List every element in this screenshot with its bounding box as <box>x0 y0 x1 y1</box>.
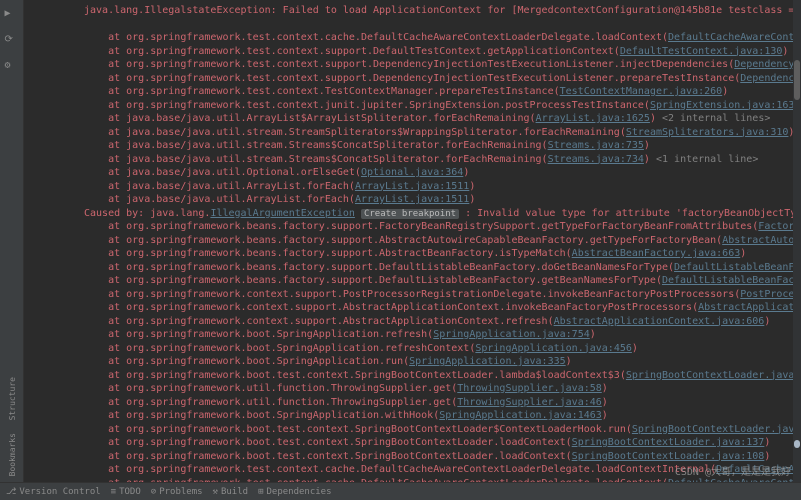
source-link[interactable]: TestContextManager.java:260 <box>560 86 723 97</box>
internal-lines: <2 internal lines> <box>662 113 770 124</box>
source-link[interactable]: SpringApplication.java:754 <box>433 329 590 340</box>
source-link[interactable]: SpringBootContextLoader.java:108 <box>572 451 765 462</box>
stack-frame: at org.springframework.beans.factory.sup… <box>84 235 722 246</box>
source-link[interactable]: AbstractApplicationContext.java:606 <box>554 316 765 327</box>
stack-frame: at org.springframework.beans.factory.sup… <box>84 221 758 232</box>
vtab-structure[interactable]: Structure <box>6 373 19 424</box>
create-breakpoint-button[interactable]: Create breakpoint <box>361 209 459 219</box>
source-link[interactable]: DependencyInjectionTestExecutionListener… <box>734 59 801 70</box>
source-link[interactable]: DefaultCacheAwareContextLoaderDelegate.j… <box>668 32 801 43</box>
source-link[interactable]: ArrayList.java:1511 <box>355 181 469 192</box>
status-version-control[interactable]: ⎇ Version Control <box>6 487 101 497</box>
stack-frame: at org.springframework.beans.factory.sup… <box>84 262 674 273</box>
console-output: java.lang.IllegalstateException: Failed … <box>24 0 801 482</box>
source-link[interactable]: SpringApplication.java:335 <box>409 356 566 367</box>
stack-frame: at org.springframework.context.support.P… <box>84 289 740 300</box>
source-link[interactable]: Optional.java:364 <box>361 167 463 178</box>
stack-frame: at org.springframework.util.function.Thr… <box>84 383 457 394</box>
source-link[interactable]: PostProcessorRegistrationDelegate.java:1… <box>740 289 801 300</box>
status-bar: ⎇ Version Control ≡ TODO ⊘ Problems ⚒ Bu… <box>0 482 801 500</box>
stack-frame: at org.springframework.test.context.supp… <box>84 46 620 57</box>
source-link[interactable]: DependencyInjectionTestExecutionListener… <box>740 73 801 84</box>
status-problems[interactable]: ⊘ Problems <box>151 487 203 497</box>
source-link[interactable]: DefaultListableBeanFactory.java:575 <box>674 262 801 273</box>
stack-frame: at org.springframework.context.support.A… <box>84 316 554 327</box>
source-link[interactable]: ArrayList.java:1625 <box>536 113 650 124</box>
source-link[interactable]: SpringBootContextLoader.java:553 <box>632 424 801 435</box>
internal-lines: <1 internal line> <box>656 154 758 165</box>
stack-frame: at java.base/java.util.stream.Streams$Co… <box>84 140 548 151</box>
stack-frame: at org.springframework.test.context.supp… <box>84 73 740 84</box>
stack-frame: at org.springframework.boot.SpringApplic… <box>84 356 409 367</box>
stack-frame: at org.springframework.boot.test.context… <box>84 451 572 462</box>
source-link[interactable]: DefaultListableBeanFactory.java:534 <box>662 275 801 286</box>
vertical-tabs: Structure Bookmarks <box>0 373 24 480</box>
stack-frame: at org.springframework.boot.test.context… <box>84 370 626 381</box>
source-link[interactable]: SpringBootContextLoader.java:137 <box>572 437 765 448</box>
source-link[interactable]: StreamSpliterators.java:310 <box>626 127 789 138</box>
source-link[interactable]: ThrowingSupplier.java:46 <box>457 397 602 408</box>
stack-frame: at java.base/java.util.ArrayList.forEach… <box>84 181 355 192</box>
source-link[interactable]: SpringApplication.java:456 <box>475 343 632 354</box>
stack-frame: at java.base/java.util.stream.StreamSpli… <box>84 127 626 138</box>
stack-frame: at org.springframework.test.context.cach… <box>84 464 716 475</box>
scrollbar-track[interactable] <box>793 0 801 482</box>
source-link[interactable]: ThrowingSupplier.java:58 <box>457 383 602 394</box>
stack-frame: at org.springframework.test.context.supp… <box>84 59 734 70</box>
caused-by: Caused by: java.lang. <box>84 208 210 219</box>
stack-frame: at org.springframework.beans.factory.sup… <box>84 248 572 259</box>
stack-frame: at org.springframework.beans.factory.sup… <box>84 275 662 286</box>
stack-frame: at org.springframework.test.context.juni… <box>84 100 650 111</box>
stack-frame: at org.springframework.boot.SpringApplic… <box>84 410 439 421</box>
status-todo[interactable]: ≡ TODO <box>111 487 141 497</box>
source-link[interactable]: Streams.java:734 <box>548 154 644 165</box>
source-link[interactable]: AbstractApplicationContext.java:788 <box>698 302 801 313</box>
stack-frame: at org.springframework.util.function.Thr… <box>84 397 457 408</box>
stack-frame: at org.springframework.test.context.Test… <box>84 86 560 97</box>
source-link[interactable]: SpringApplication.java:1463 <box>439 410 602 421</box>
stack-frame: at java.base/java.util.stream.Streams$Co… <box>84 154 548 165</box>
stack-frame: at org.springframework.context.support.A… <box>84 302 698 313</box>
exception-link[interactable]: IllegalArgumentException <box>210 208 355 219</box>
source-link[interactable]: Streams.java:735 <box>548 140 644 151</box>
debug-icon[interactable]: ▶ <box>5 8 19 22</box>
exception-header: java.lang.IllegalstateException: Failed … <box>84 5 801 16</box>
stack-frame: at java.base/java.util.Optional.orElseGe… <box>84 167 361 178</box>
source-link[interactable]: AbstractAutowireCapableBeanFactory.java:… <box>722 235 801 246</box>
source-link[interactable]: SpringExtension.java:163 <box>650 100 795 111</box>
stack-frame: at org.springframework.boot.SpringApplic… <box>84 343 475 354</box>
source-link[interactable]: ArrayList.java:1511 <box>355 194 469 205</box>
scrollbar-marker <box>794 440 800 448</box>
scrollbar-thumb[interactable] <box>794 60 800 100</box>
stack-frame: at org.springframework.boot.test.context… <box>84 424 632 435</box>
vtab-bookmarks[interactable]: Bookmarks <box>6 429 19 480</box>
stack-frame: at java.base/java.util.ArrayList.forEach… <box>84 194 355 205</box>
source-link[interactable]: DefaultCacheAwareContextLoaderDelegate.j… <box>716 464 801 475</box>
status-dependencies[interactable]: ⊞ Dependencies <box>258 487 331 497</box>
stack-frame: at java.base/java.util.ArrayList$ArrayLi… <box>84 113 536 124</box>
refresh-icon[interactable]: ⟳ <box>5 34 19 48</box>
source-link[interactable]: SpringBootContextLoader.java:137 <box>626 370 801 381</box>
stack-frame: at org.springframework.test.context.cach… <box>84 32 668 43</box>
settings-icon[interactable]: ⚙ <box>5 60 19 74</box>
source-link[interactable]: DefaultTestContext.java:130 <box>620 46 783 57</box>
stack-frame: at org.springframework.boot.test.context… <box>84 437 572 448</box>
status-build[interactable]: ⚒ Build <box>213 487 249 497</box>
tool-window-bar: ▶ ⟳ ⚙ Structure Bookmarks <box>0 0 24 500</box>
stack-frame: at org.springframework.boot.SpringApplic… <box>84 329 433 340</box>
source-link[interactable]: AbstractBeanFactory.java:663 <box>572 248 741 259</box>
